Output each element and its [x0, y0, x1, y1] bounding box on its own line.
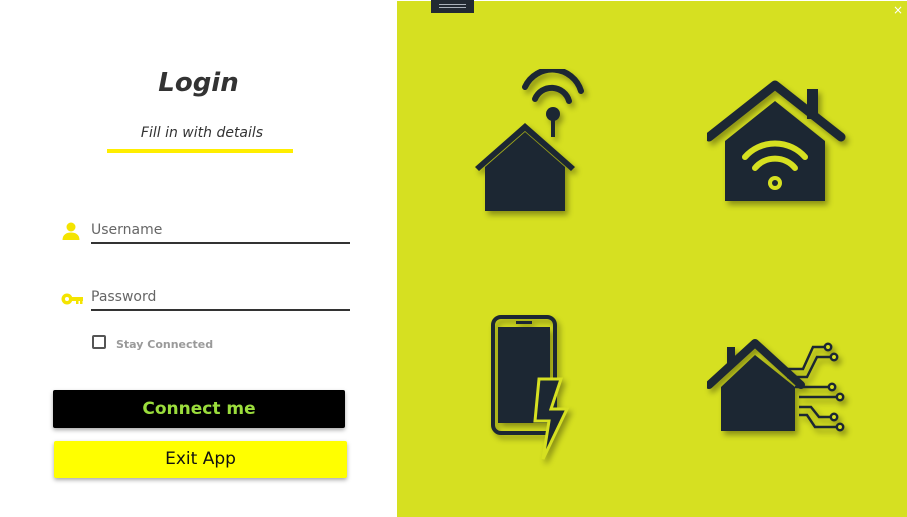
- key-icon: [60, 288, 84, 310]
- password-field: [91, 285, 350, 311]
- password-input[interactable]: [91, 285, 350, 309]
- smart-home-antenna-icon: [475, 69, 584, 211]
- drag-handle-icon[interactable]: [431, 0, 474, 13]
- connect-button[interactable]: Connect me: [53, 390, 345, 428]
- stay-connected-checkbox[interactable]: [92, 335, 106, 349]
- exit-app-button[interactable]: Exit App: [54, 441, 347, 478]
- login-panel: Login Fill in with details Username Stay…: [0, 0, 397, 517]
- user-icon: [60, 220, 82, 242]
- username-input[interactable]: [91, 218, 350, 242]
- close-icon[interactable]: ×: [893, 3, 903, 17]
- home-circuit-icon: [707, 339, 845, 432]
- illustration-panel: ×: [397, 0, 907, 517]
- smartphone-charging-icon: [491, 315, 570, 460]
- home-wifi-icon: [707, 80, 846, 201]
- page-title: Login: [158, 68, 239, 98]
- app-window: Login Fill in with details Username Stay…: [0, 0, 907, 517]
- stay-connected-label[interactable]: Stay Connected: [116, 338, 213, 351]
- page-subtitle: Fill in with details: [140, 125, 264, 141]
- subtitle-underline: [107, 149, 293, 153]
- username-field: [91, 218, 350, 244]
